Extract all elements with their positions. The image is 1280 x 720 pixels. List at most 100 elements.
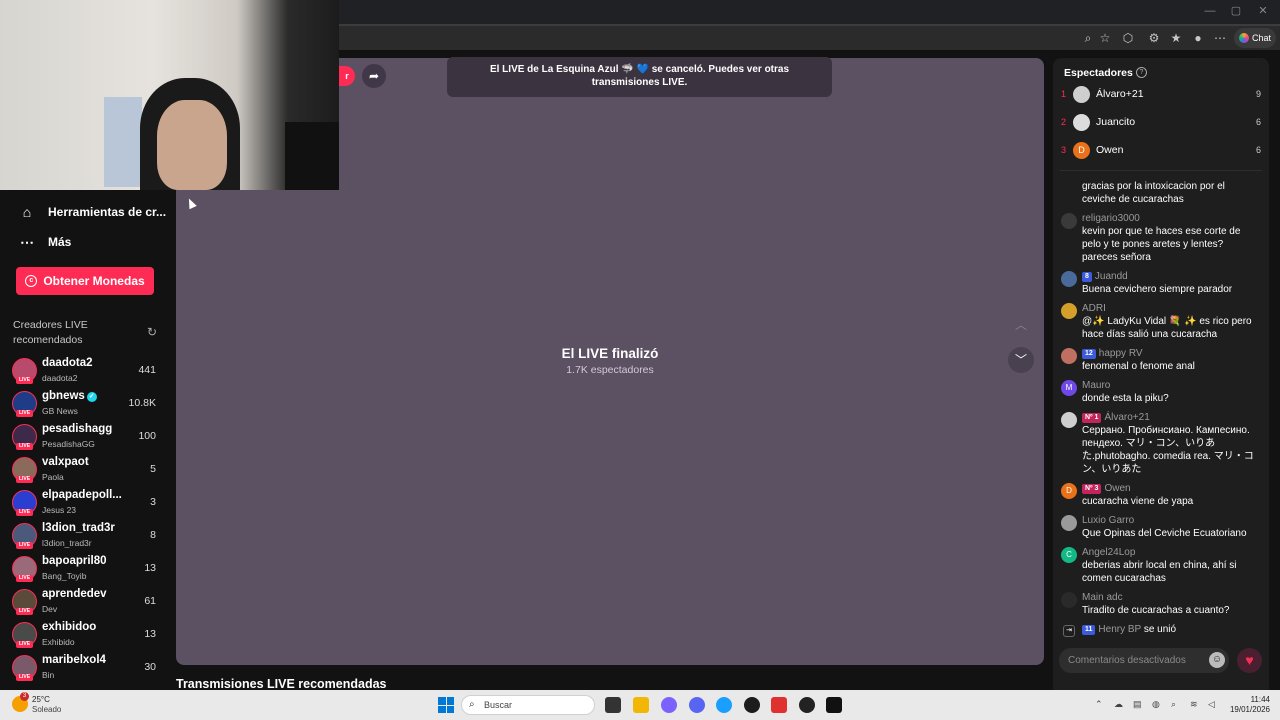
creator-item[interactable]: LIVE gbnews ✓ GB News 10.8K [12,389,158,422]
browser-menu-icon[interactable]: ⋯ [1212,30,1228,46]
chat-message[interactable]: religario3000 kevin por que te haces ese … [1053,212,1261,264]
onedrive-icon[interactable]: ☁ [1114,699,1123,710]
creator-name: gbnews ✓ [42,390,127,402]
edge-icon[interactable] [716,697,732,713]
emoji-icon[interactable]: ☺ [1209,652,1225,668]
creator-item[interactable]: LIVE bapoapril80 Bang_Toyib 13 [12,554,158,587]
wps-icon[interactable] [771,697,787,713]
taskbar-search[interactable]: Buscar [461,695,595,715]
viewer-avatar [1073,86,1090,103]
chat-message[interactable]: gracias por la intoxicacion por el cevic… [1053,180,1261,206]
creator-viewer-count: 100 [138,430,156,442]
zoom-icon[interactable]: ⌕ [1080,30,1096,46]
obs-icon[interactable] [799,697,815,713]
sidebar-item-more[interactable]: ⋯ Más [18,228,168,256]
sidebar-item-label: Más [48,235,72,249]
chat-text: Tiradito de cucarachas a cuanto? [1082,605,1230,616]
microphone-icon[interactable]: ⌕ [1171,699,1176,710]
extensions-icon[interactable]: ⬡ [1120,30,1136,46]
chat-message[interactable]: Luxio Garro Que Opinas del Ceviche Ecuato… [1053,514,1261,540]
chat-username: Mauro [1082,380,1111,391]
chat-button-label: Chat [1251,33,1271,43]
creator-subtitle: Paola [42,472,64,482]
bookmark-star-icon[interactable]: ☆ [1097,30,1113,46]
start-icon[interactable] [438,697,454,713]
network-icon[interactable]: ◍ [1152,699,1160,710]
viewer-score: 6 [1255,145,1261,155]
weather-description: Soleado [32,705,62,714]
chat-username: Nº 1 Álvaro+21 [1082,411,1261,424]
minimize-icon[interactable]: — [1203,4,1217,18]
clock-time[interactable]: 11:44 [1232,695,1270,704]
creator-item[interactable]: LIVE daadota2 daadota2 441 [12,356,158,389]
chat-text: donde esta la piku? [1082,393,1169,404]
address-bar[interactable] [339,29,1099,47]
creator-subtitle: Exhibido [42,637,75,647]
previous-live-icon[interactable]: ︿ [1008,312,1034,338]
creator-viewer-count: 5 [150,463,156,475]
heart-icon[interactable]: ♥ [1237,648,1262,673]
tray-app-icon[interactable]: ▤ [1133,699,1142,710]
top-viewer-row[interactable]: 3 D Owen 6 [1061,142,1263,162]
creator-item[interactable]: LIVE maribelxol4 Bin 30 [12,653,158,686]
comment-input[interactable]: Comentarios desactivados [1059,648,1229,673]
copilot-icon [1238,33,1249,43]
chat-message[interactable]: C Angel24Lop deberias abrir local en china… [1053,546,1261,585]
tray-chevron-icon[interactable]: ⌃ [1095,699,1103,710]
viewer-name: Álvaro+21 [1096,88,1144,100]
creator-subtitle: daadota2 [42,373,78,383]
chat-messages[interactable]: gracias por la intoxicacion por el cevic… [1053,180,1269,642]
app-icon[interactable] [744,697,760,713]
extension-icon[interactable]: ⚙ [1146,30,1162,46]
sidebar-item-creator-tools[interactable]: ⌂ Herramientas de cr... [18,198,168,226]
top-viewer-row[interactable]: 2 Juancito 6 [1061,114,1263,134]
copilot-app-icon[interactable] [661,697,677,713]
chat-message[interactable]: Nº 1 Álvaro+21 Серрано. Пробинсиано. Кампе… [1053,411,1261,476]
creator-item[interactable]: LIVE exhibidoo Exhibido 13 [12,620,158,653]
close-icon[interactable]: ✕ [1256,4,1270,18]
creator-item[interactable]: LIVE l3dion_trad3r l3dion_trad3r 8 [12,521,158,554]
creator-subtitle: GB News [42,406,78,416]
chat-message[interactable]: 12 happy RV fenomenal o fenome anal [1053,347,1261,373]
discord-icon[interactable] [689,697,705,713]
creator-subtitle: Bin [42,670,55,680]
get-coins-button[interactable]: c Obtener Monedas [16,267,154,295]
webcam-background-poster [104,97,142,187]
info-icon[interactable]: ? [1136,67,1147,78]
creator-item[interactable]: LIVE elpapadepoll... Jesus 23 3 [12,488,158,521]
viewer-rank: 2 [1061,117,1067,127]
chat-message[interactable]: Main adc Tiradito de cucarachas a cuanto? [1053,591,1261,617]
webcam-background-shelf [285,122,339,190]
chat-message[interactable]: M Mauro donde esta la piku? [1053,379,1261,405]
copilot-chat-button[interactable]: Chat [1234,28,1276,48]
live-ended-viewers: 1.7K espectadores [566,364,654,376]
next-live-icon[interactable]: ﹀ [1008,347,1034,373]
creator-item[interactable]: LIVE pesadishagg PesadishaGG 100 [12,422,158,455]
live-badge: LIVE [16,641,33,648]
live-badge: LIVE [16,575,33,582]
file-explorer-icon[interactable] [633,697,649,713]
creator-item[interactable]: LIVE valxpaot Paola 5 [12,455,158,488]
task-view-icon[interactable] [605,697,621,713]
chat-message[interactable]: ADRI @✨ LadyKu Vidal 💐 ✨ es rico pero hac… [1053,302,1261,341]
more-icon: ⋯ [20,233,34,250]
chat-message[interactable]: 8 Juandd Buena cevichero siempre parador [1053,270,1261,296]
creator-name: aprendedev [42,588,107,600]
weather-badge: 3 [20,692,29,701]
clock-date[interactable]: 19/01/2026 [1222,705,1270,714]
top-viewer-row[interactable]: 1 Álvaro+21 9 [1061,86,1263,106]
viewer-rank: 1 [1061,89,1067,99]
chat-message[interactable]: D Nº 3 Owen cucaracha viene de yapa [1053,482,1261,508]
coin-icon: c [25,275,38,287]
volume-icon[interactable]: ◁ [1208,699,1215,710]
chat-username: ADRI [1082,303,1106,314]
share-icon[interactable]: ➦ [362,64,386,88]
wifi-icon[interactable]: ≋ [1190,699,1198,710]
creator-viewer-count: 61 [144,595,156,607]
profile-avatar-icon[interactable]: ● [1190,30,1206,46]
refresh-icon[interactable]: ↻ [147,325,157,339]
maximize-icon[interactable]: ▢ [1229,4,1243,18]
favorites-icon[interactable]: ★ [1168,30,1184,46]
capcut-icon[interactable] [826,697,842,713]
creator-item[interactable]: LIVE aprendedev Dev 61 [12,587,158,620]
